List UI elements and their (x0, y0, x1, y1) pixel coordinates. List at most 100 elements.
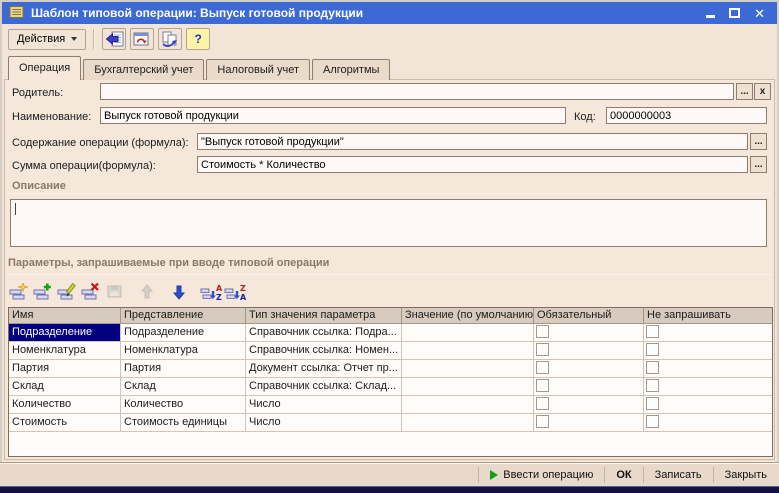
button-separator (643, 467, 644, 483)
close-button[interactable]: Закрыть (721, 469, 771, 481)
param-name-cell[interactable]: Подразделение (9, 324, 121, 342)
table-row[interactable]: СкладСкладСправочник ссылка: Склад... (9, 378, 772, 396)
required-checkbox[interactable] (536, 415, 549, 428)
tab-algorithms[interactable]: Алгоритмы (312, 59, 390, 80)
content-formula-input[interactable] (197, 133, 748, 150)
close-icon[interactable]: ✕ (754, 7, 765, 20)
param-default-cell[interactable] (402, 324, 534, 342)
navigate-back-button[interactable] (102, 28, 126, 50)
tab-operation[interactable]: Операция (8, 56, 81, 80)
name-input[interactable] (100, 107, 566, 124)
parent-clear-button[interactable]: x (754, 83, 771, 100)
no-prompt-checkbox[interactable] (646, 361, 659, 374)
description-section-line (8, 193, 771, 194)
param-type-cell[interactable]: Число (246, 414, 402, 432)
column-header-name[interactable]: Имя (9, 308, 121, 324)
param-type-cell[interactable]: Число (246, 396, 402, 414)
column-header-view[interactable]: Представление (121, 308, 246, 324)
amount-formula-input[interactable] (197, 156, 748, 173)
param-default-cell[interactable] (402, 378, 534, 396)
refresh-form-icon (133, 31, 151, 47)
parent-input[interactable] (100, 83, 734, 100)
param-type-cell[interactable]: Справочник ссылка: Подра... (246, 324, 402, 342)
code-input[interactable] (606, 107, 767, 124)
window-title: Шаблон типовой операции: Выпуск готовой … (31, 6, 363, 20)
content-formula-picker-button[interactable]: ... (750, 133, 767, 150)
button-bar: Ввести операцию ОК Записать Закрыть (0, 464, 779, 486)
parent-picker-button[interactable]: ... (736, 83, 753, 100)
window-frame (0, 0, 2, 486)
required-checkbox-cell (534, 378, 644, 396)
no-prompt-checkbox-cell (644, 396, 772, 414)
required-checkbox[interactable] (536, 379, 549, 392)
add-row-icon[interactable] (8, 282, 30, 302)
param-view-cell[interactable]: Стоимость единицы (121, 414, 246, 432)
param-name-cell[interactable]: Партия (9, 360, 121, 378)
required-checkbox[interactable] (536, 397, 549, 410)
param-view-cell[interactable]: Подразделение (121, 324, 246, 342)
table-row[interactable]: СтоимостьСтоимость единицыЧисло (9, 414, 772, 432)
column-header-default[interactable]: Значение (по умолчанию) (402, 308, 534, 324)
actions-menu-button[interactable]: Действия (8, 29, 86, 50)
actions-menu-label: Действия (17, 33, 65, 45)
no-prompt-checkbox[interactable] (646, 325, 659, 338)
param-name-cell[interactable]: Склад (9, 378, 121, 396)
text-cursor (15, 203, 16, 215)
enter-operation-button[interactable]: Ввести операцию (486, 469, 597, 481)
move-down-icon[interactable] (168, 282, 190, 302)
refresh-form-button[interactable] (130, 28, 154, 50)
copy-row-icon[interactable] (32, 282, 54, 302)
required-checkbox-cell (534, 414, 644, 432)
sort-desc-icon[interactable]: ZA (224, 282, 246, 302)
column-header-no-prompt[interactable]: Не запрашивать (644, 308, 772, 324)
param-name-cell[interactable]: Количество (9, 396, 121, 414)
edit-row-icon[interactable] (56, 282, 78, 302)
maximize-icon[interactable] (729, 8, 740, 18)
required-checkbox[interactable] (536, 343, 549, 356)
param-name-cell[interactable]: Номенклатура (9, 342, 121, 360)
param-default-cell[interactable] (402, 360, 534, 378)
svg-text:A: A (240, 293, 246, 301)
no-prompt-checkbox[interactable] (646, 379, 659, 392)
param-default-cell[interactable] (402, 396, 534, 414)
main-toolbar: Действия (2, 24, 777, 54)
sort-asc-icon[interactable]: AZ (200, 282, 222, 302)
required-checkbox-cell (534, 360, 644, 378)
description-textarea[interactable] (10, 199, 767, 247)
no-prompt-checkbox[interactable] (646, 343, 659, 356)
param-name-cell[interactable]: Стоимость (9, 414, 121, 432)
param-type-cell[interactable]: Справочник ссылка: Номен... (246, 342, 402, 360)
column-header-type[interactable]: Тип значения параметра (246, 308, 402, 324)
amount-formula-picker-button[interactable]: ... (750, 156, 767, 173)
tab-accounting[interactable]: Бухгалтерский учет (83, 59, 204, 80)
required-checkbox[interactable] (536, 361, 549, 374)
params-table-body: ПодразделениеПодразделениеСправочник ссы… (9, 324, 772, 432)
param-view-cell[interactable]: Количество (121, 396, 246, 414)
no-prompt-checkbox[interactable] (646, 415, 659, 428)
tab-tax[interactable]: Налоговый учет (206, 59, 310, 80)
titlebar[interactable]: Шаблон типовой операции: Выпуск готовой … (2, 2, 777, 24)
column-header-required[interactable]: Обязательный (534, 308, 644, 324)
required-checkbox-cell (534, 396, 644, 414)
param-view-cell[interactable]: Партия (121, 360, 246, 378)
help-button[interactable]: ? (186, 28, 210, 50)
minimize-icon[interactable] (706, 15, 715, 18)
copy-document-button[interactable] (158, 28, 182, 50)
param-default-cell[interactable] (402, 342, 534, 360)
save-button[interactable]: Записать (651, 469, 706, 481)
no-prompt-checkbox[interactable] (646, 397, 659, 410)
table-row[interactable]: ПодразделениеПодразделениеСправочник ссы… (9, 324, 772, 342)
ok-button[interactable]: ОК (612, 469, 635, 481)
table-row[interactable]: ПартияПартияДокумент ссылка: Отчет пр... (9, 360, 772, 378)
table-row[interactable]: КоличествоКоличествоЧисло (9, 396, 772, 414)
param-type-cell[interactable]: Документ ссылка: Отчет пр... (246, 360, 402, 378)
table-row[interactable]: НоменклатураНоменклатураСправочник ссылк… (9, 342, 772, 360)
param-default-cell[interactable] (402, 414, 534, 432)
required-checkbox[interactable] (536, 325, 549, 338)
button-separator (713, 467, 714, 483)
param-view-cell[interactable]: Склад (121, 378, 246, 396)
required-checkbox-cell (534, 342, 644, 360)
param-type-cell[interactable]: Справочник ссылка: Склад... (246, 378, 402, 396)
delete-row-icon[interactable] (80, 282, 102, 302)
param-view-cell[interactable]: Номенклатура (121, 342, 246, 360)
